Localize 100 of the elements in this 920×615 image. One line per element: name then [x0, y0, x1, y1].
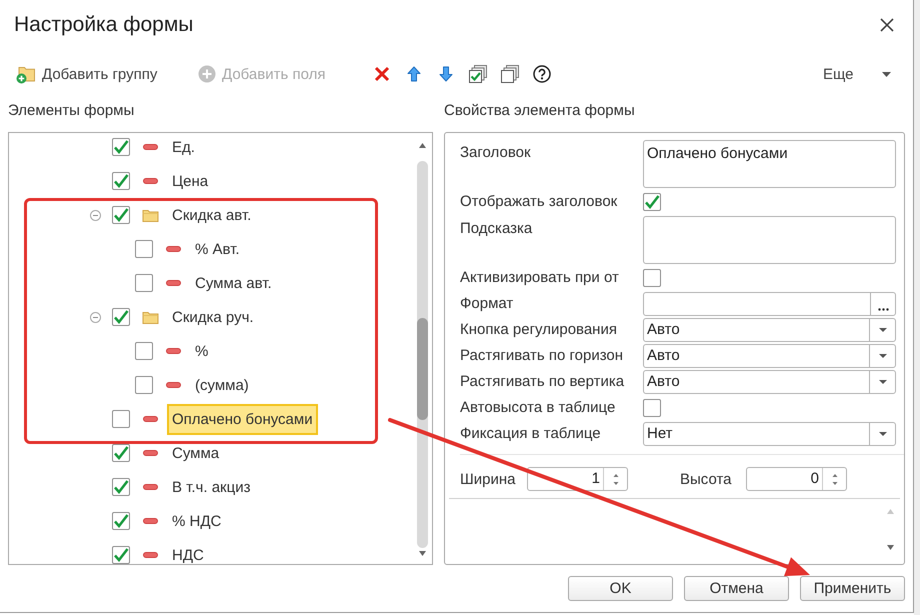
dialog-button[interactable]: Применить — [800, 576, 905, 601]
input-field[interactable] — [643, 292, 896, 316]
size-label: Ширина — [460, 470, 516, 488]
number-field[interactable]: 0 — [746, 467, 847, 491]
property-label: Формат — [460, 295, 514, 313]
dash-icon — [166, 348, 181, 354]
number-field[interactable]: 1 — [527, 467, 628, 491]
dash-icon — [166, 382, 181, 388]
dropdown-field[interactable]: Авто — [643, 318, 896, 342]
spinner-arrows-icon[interactable] — [612, 472, 618, 486]
checkbox[interactable] — [643, 399, 661, 417]
check-icon — [113, 547, 129, 563]
tree-item[interactable]: Сумма авт. — [195, 274, 272, 292]
tree-item[interactable]: Цена — [172, 172, 208, 190]
checkbox[interactable] — [643, 269, 661, 287]
dash-icon — [143, 178, 158, 184]
ellipsis-icon[interactable] — [878, 308, 888, 311]
folder-icon — [142, 310, 159, 324]
check-icon — [644, 194, 660, 210]
dialog-title: Настройка формы — [14, 12, 194, 38]
property-label: Подсказка — [460, 220, 534, 238]
check-icon — [113, 207, 129, 223]
scroll-down-icon[interactable] — [418, 551, 426, 556]
scroll-down-icon[interactable] — [887, 545, 894, 550]
scrollbar-track[interactable] — [416, 161, 428, 548]
check-icon — [113, 173, 129, 189]
dash-icon — [143, 450, 158, 456]
property-label: Растягивать по горизон — [460, 347, 624, 365]
folder-icon — [142, 208, 159, 222]
more-button[interactable]: Еще — [815, 61, 905, 87]
checkbox[interactable] — [135, 342, 153, 360]
dash-icon — [143, 416, 158, 422]
property-label: Кнопка регулирования — [460, 321, 618, 339]
property-label: Автовысота в таблице — [460, 399, 616, 417]
tree-item[interactable]: В т.ч. акциз — [172, 478, 250, 496]
size-label: Высота — [680, 470, 733, 488]
tree-item[interactable]: Ед. — [172, 138, 195, 156]
checkbox[interactable] — [112, 512, 130, 530]
check-icon — [113, 513, 129, 529]
property-label: Активизировать при от — [460, 269, 620, 287]
checkbox[interactable] — [112, 444, 130, 462]
checkbox[interactable] — [112, 172, 130, 190]
section-title: Элементы формы — [8, 102, 136, 118]
tree-item[interactable]: % — [195, 342, 208, 360]
checkbox[interactable] — [135, 376, 153, 394]
collapse-icon[interactable] — [90, 210, 101, 220]
dash-icon — [143, 518, 158, 524]
tree-item[interactable]: Оплачено бонусами — [167, 404, 318, 434]
caret-icon[interactable] — [878, 380, 886, 384]
checkbox[interactable] — [112, 138, 130, 156]
dash-icon — [166, 280, 181, 286]
checkbox[interactable] — [643, 193, 661, 211]
caret-icon[interactable] — [878, 432, 886, 436]
text-area-field[interactable] — [643, 216, 896, 264]
property-label: Растягивать по вертика — [460, 373, 626, 391]
tree-item[interactable]: (сумма) — [195, 376, 249, 394]
spinner-arrows-icon[interactable] — [832, 472, 838, 486]
dash-icon — [143, 144, 158, 150]
caret-icon[interactable] — [878, 354, 886, 358]
check-icon — [113, 139, 129, 155]
section-title: Свойства элемента формы — [444, 102, 635, 118]
tree-item[interactable]: Скидка руч. — [172, 308, 254, 326]
property-label: Заголовок — [460, 144, 532, 162]
dash-icon — [143, 552, 158, 558]
dropdown-field[interactable]: Авто — [643, 344, 896, 368]
caret-icon — [882, 72, 891, 76]
help-icon[interactable] — [533, 65, 551, 83]
tree-item[interactable]: Сумма — [172, 444, 220, 462]
check-icon — [113, 309, 129, 325]
checked-stack-icon[interactable] — [469, 65, 487, 83]
tree-item[interactable]: Скидка авт. — [172, 206, 252, 224]
checkbox[interactable] — [112, 410, 130, 428]
close-icon[interactable] — [880, 18, 894, 32]
tree-item[interactable]: НДС — [172, 546, 204, 564]
cross-icon[interactable] — [374, 66, 390, 82]
checkbox[interactable] — [112, 308, 130, 326]
add-group-button[interactable]: Добавить группу — [14, 61, 184, 87]
checkbox[interactable] — [135, 240, 153, 258]
caret-icon[interactable] — [878, 328, 886, 332]
tree-item[interactable]: % НДС — [172, 512, 222, 530]
text-area-field[interactable]: Оплачено бонусами — [643, 140, 896, 188]
plus-circle-icon — [198, 65, 216, 83]
check-icon — [113, 479, 129, 495]
checkbox[interactable] — [112, 478, 130, 496]
dropdown-field[interactable]: Нет — [643, 422, 896, 446]
collapse-icon[interactable] — [90, 312, 101, 322]
property-label: Фиксация в таблице — [460, 425, 602, 443]
checkbox[interactable] — [112, 206, 130, 224]
stack-icon[interactable] — [501, 65, 519, 83]
folder-plus-icon — [16, 64, 36, 84]
scroll-up-icon[interactable] — [418, 143, 426, 148]
dialog-button[interactable]: OK — [568, 576, 673, 601]
scrollbar-thumb[interactable] — [416, 318, 428, 420]
arrow-down-icon[interactable] — [439, 66, 453, 82]
dialog-button[interactable]: Отмена — [684, 576, 789, 601]
dropdown-field[interactable]: Авто — [643, 370, 896, 394]
checkbox[interactable] — [112, 546, 130, 564]
checkbox[interactable] — [135, 274, 153, 292]
arrow-up-icon[interactable] — [407, 66, 421, 82]
tree-item[interactable]: % Авт. — [195, 240, 240, 258]
